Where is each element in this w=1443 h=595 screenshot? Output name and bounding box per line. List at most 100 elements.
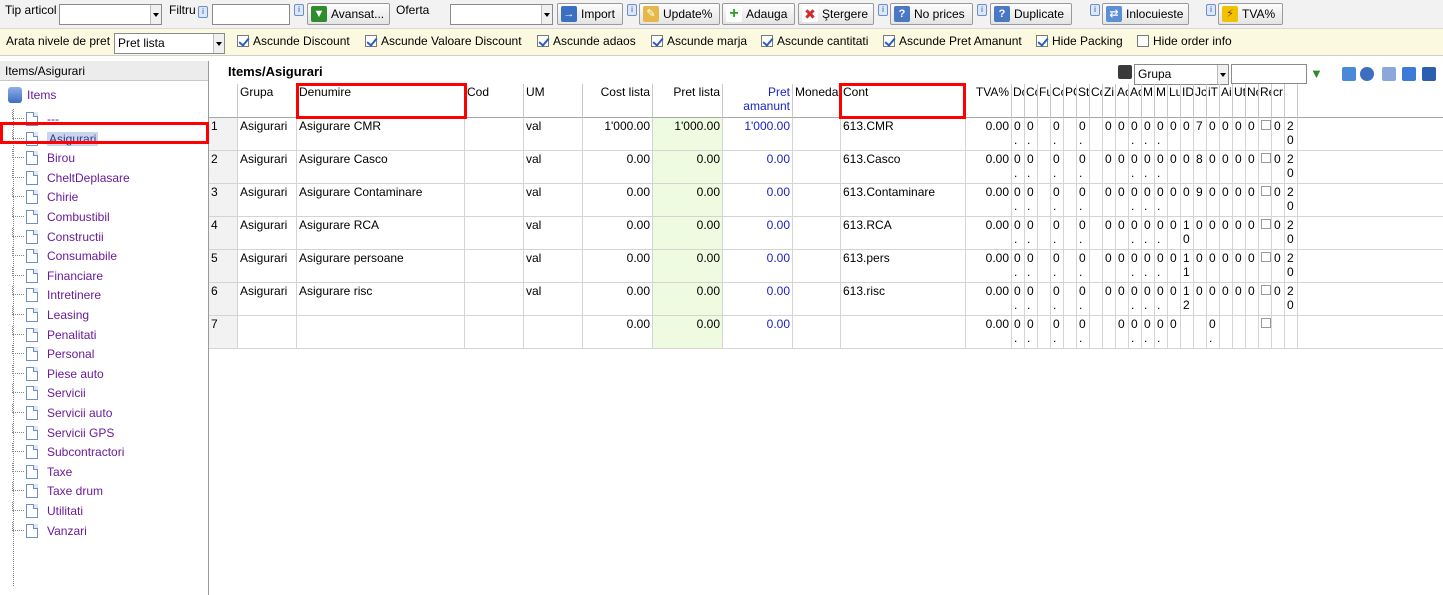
checkbox-ascunde-pret-amanunt[interactable]: Ascunde Pret Amanunt — [883, 34, 1022, 48]
cell-tva[interactable]: 0.00 — [966, 316, 1012, 349]
cell-narrow[interactable] — [1038, 151, 1051, 184]
cell-narrow[interactable] — [1038, 217, 1051, 250]
cell-narrow[interactable]: 0 — [1207, 184, 1220, 217]
column-header-narrow[interactable]: Ai fil — [1220, 84, 1233, 118]
cell-grupa[interactable]: Asigurari — [238, 217, 297, 250]
cell-cod[interactable] — [465, 151, 524, 184]
row-number-cell[interactable]: 4 — [209, 217, 238, 250]
no-prices-button[interactable]: ? No prices — [890, 3, 973, 25]
group-by-select[interactable]: Grupa — [1134, 64, 1229, 85]
cell-moneda[interactable] — [793, 250, 841, 283]
cell-denumire[interactable]: Asigurare Contaminare — [297, 184, 465, 217]
expand-columns-icon[interactable] — [1342, 67, 1356, 81]
cell-narrow[interactable]: 0 . — [1142, 250, 1155, 283]
column-header-narrow[interactable]: Jc — [1194, 84, 1207, 118]
cell-narrow[interactable]: 0 . — [1012, 217, 1025, 250]
cell-cont[interactable]: 613.RCA — [841, 217, 966, 250]
binoculars-icon[interactable] — [1118, 65, 1132, 79]
grid-search-input[interactable] — [1231, 64, 1307, 84]
cell-moneda[interactable] — [793, 118, 841, 151]
column-header-um[interactable]: UM — [524, 84, 583, 118]
tree-item-financiare[interactable]: Financiare — [12, 267, 103, 285]
cell-narrow[interactable] — [1090, 184, 1103, 217]
cell-narrow[interactable] — [1181, 316, 1194, 349]
pret-level-select[interactable]: Pret lista — [114, 33, 225, 54]
cell-narrow[interactable]: 0 — [1116, 184, 1129, 217]
checkbox-box[interactable] — [883, 35, 895, 47]
adauga-button[interactable]: + Adauga — [722, 3, 795, 25]
checkbox-hide-order-info[interactable]: Hide order info — [1137, 34, 1232, 48]
cell-narrow[interactable] — [1064, 118, 1077, 151]
cell-narrow[interactable]: 0 . — [1155, 217, 1168, 250]
cell-cont[interactable]: 613.Casco — [841, 151, 966, 184]
tree-item-intretinere[interactable]: Intretinere — [12, 286, 101, 304]
column-header-cont[interactable]: Cont — [841, 84, 966, 118]
cell-narrow[interactable] — [1103, 316, 1116, 349]
cell-narrow[interactable]: 0 — [1168, 316, 1181, 349]
cell-grupa[interactable]: Asigurari — [238, 184, 297, 217]
cell-narrow[interactable]: 1 2 — [1181, 283, 1194, 316]
cell-narrow[interactable]: 0 — [1207, 283, 1220, 316]
cell-narrow[interactable]: 0 — [1116, 283, 1129, 316]
cell-narrow[interactable]: 0 — [1168, 217, 1181, 250]
cell-narrow[interactable]: 1 1 — [1181, 250, 1194, 283]
cell-moneda[interactable] — [793, 184, 841, 217]
column-header-narrow[interactable]: Dc lo — [1012, 84, 1025, 118]
tree-item-servicii-auto[interactable]: Servicii auto — [12, 404, 112, 422]
cell-narrow[interactable]: 0 — [1181, 151, 1194, 184]
column-header-rownum[interactable] — [209, 84, 238, 118]
cell-grupa[interactable]: Asigurari — [238, 250, 297, 283]
cell-narrow[interactable]: 0 — [1220, 217, 1233, 250]
cell-narrow[interactable]: 0 — [1103, 217, 1116, 250]
cell-narrow[interactable]: 0 — [1103, 250, 1116, 283]
cell-cod[interactable] — [465, 250, 524, 283]
info-icon[interactable]: i — [294, 4, 304, 16]
tree-item-personal[interactable]: Personal — [12, 345, 94, 363]
checkbox-ascunde-valoare-discount[interactable]: Ascunde Valoare Discount — [365, 34, 522, 48]
cell-narrow[interactable]: 2 0 — [1285, 283, 1298, 316]
cell-amanunt[interactable]: 0.00 — [723, 283, 793, 316]
cell-narrow[interactable] — [1064, 283, 1077, 316]
row-number-cell[interactable]: 3 — [209, 184, 238, 217]
column-header-grupa[interactable]: Grupa — [238, 84, 297, 118]
cell-narrow[interactable]: 0 — [1220, 184, 1233, 217]
column-header-tva[interactable]: TVA% — [966, 84, 1012, 118]
column-header-narrow[interactable]: Lu ga — [1168, 84, 1181, 118]
cell-um[interactable]: val — [524, 250, 583, 283]
cell-tva[interactable]: 0.00 — [966, 283, 1012, 316]
stergere-button[interactable]: ✖ Ştergere — [798, 3, 874, 25]
cell-narrow[interactable]: 0 . — [1077, 316, 1090, 349]
cell-narrow[interactable]: 2 0 — [1285, 118, 1298, 151]
cell-narrow[interactable]: 0 — [1220, 250, 1233, 283]
cell-narrow[interactable] — [1090, 217, 1103, 250]
cell-cod[interactable] — [465, 217, 524, 250]
column-header-narrow[interactable]: St fu — [1077, 84, 1090, 118]
cell-narrow[interactable] — [1090, 316, 1103, 349]
cell-narrow[interactable]: 0 — [1168, 151, 1181, 184]
cell-cod[interactable] — [465, 316, 524, 349]
cell-narrow[interactable]: 0 — [1272, 283, 1285, 316]
row-checkbox[interactable] — [1261, 252, 1271, 262]
cell-um[interactable]: val — [524, 283, 583, 316]
cell-narrow[interactable] — [1259, 250, 1272, 283]
tree-item-piese-auto[interactable]: Piese auto — [12, 365, 104, 383]
cell-narrow[interactable]: 0 — [1246, 151, 1259, 184]
checkbox-box[interactable] — [237, 35, 249, 47]
cell-narrow[interactable]: 0 . — [1051, 316, 1064, 349]
cell-narrow[interactable]: 0 — [1116, 217, 1129, 250]
cell-narrow[interactable] — [1090, 283, 1103, 316]
refresh-icon[interactable] — [1402, 67, 1416, 81]
cell-narrow[interactable]: 0 — [1246, 217, 1259, 250]
column-header-cost[interactable]: Cost lista — [583, 84, 653, 118]
cell-narrow[interactable]: 0 . — [1142, 217, 1155, 250]
cell-narrow[interactable]: 0 — [1207, 250, 1220, 283]
tree-item-asigurari[interactable]: Asigurari — [12, 130, 99, 148]
column-header-narrow[interactable]: M (R — [1142, 84, 1155, 118]
cell-moneda[interactable] — [793, 283, 841, 316]
cell-narrow[interactable]: 8 — [1194, 151, 1207, 184]
cell-narrow[interactable]: 0 . — [1012, 118, 1025, 151]
cell-denumire[interactable]: Asigurare persoane — [297, 250, 465, 283]
cell-narrow[interactable] — [1064, 151, 1077, 184]
cell-narrow[interactable]: 0 — [1194, 217, 1207, 250]
tree-item-birou[interactable]: Birou — [12, 149, 75, 167]
